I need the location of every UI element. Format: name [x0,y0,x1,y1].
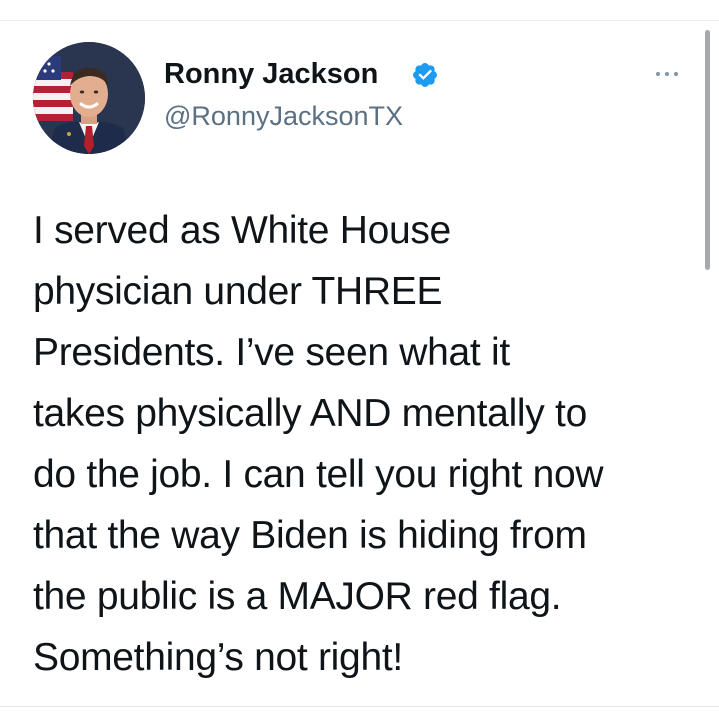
display-name[interactable]: Ronny Jackson [164,56,378,92]
more-options-icon[interactable] [652,64,682,84]
top-divider [0,20,719,21]
tweet-text: I served as White House physician under … [33,209,604,679]
avatar[interactable] [33,42,145,154]
scrollbar-thumb[interactable] [705,30,710,270]
avatar-photo [33,42,145,154]
user-handle[interactable]: @RonnyJacksonTX [164,99,403,133]
bottom-divider [0,706,719,707]
tweet-screenshot: Ronny Jackson @RonnyJacksonTX I served a… [0,0,719,715]
verified-badge-icon [413,63,437,87]
